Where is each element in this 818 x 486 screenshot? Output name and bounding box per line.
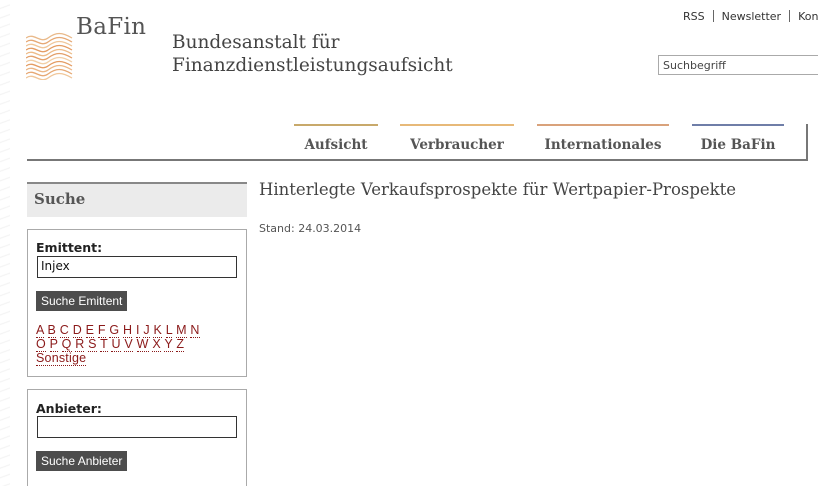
letter-link-t[interactable]: T xyxy=(100,337,108,352)
letter-link-x[interactable]: X xyxy=(152,337,161,352)
separator xyxy=(789,10,791,22)
letter-link-b[interactable]: B xyxy=(47,323,57,338)
org-name-line2: Finanzdienstleistungsaufsicht xyxy=(172,55,453,76)
search-input[interactable]: Suchbegriff xyxy=(658,55,818,75)
nav-item-aufsicht[interactable]: Aufsicht xyxy=(294,124,378,158)
logo-text: BaFin xyxy=(76,14,147,40)
letter-link-v[interactable]: V xyxy=(124,337,133,352)
rss-link[interactable]: RSS xyxy=(683,10,705,23)
letter-link-p[interactable]: P xyxy=(49,337,58,352)
letter-link-c[interactable]: C xyxy=(59,323,70,338)
letter-link-k[interactable]: K xyxy=(153,323,162,338)
nav-item-verbraucher[interactable]: Verbraucher xyxy=(400,124,514,158)
letter-link-y[interactable]: Y xyxy=(164,337,173,352)
letter-link-h[interactable]: H xyxy=(123,323,133,338)
sidebar-title: Suche xyxy=(27,182,247,217)
letter-link-q[interactable]: Q xyxy=(61,337,72,352)
letter-link-f[interactable]: F xyxy=(97,323,106,338)
search-anbieter-button[interactable]: Suche Anbieter xyxy=(36,451,128,471)
emittent-search-panel: Emittent: Injex Suche Emittent A B C D E… xyxy=(27,229,247,377)
letter-link-d[interactable]: D xyxy=(72,323,82,338)
main-navigation: Aufsicht Verbraucher Internationales Die… xyxy=(0,124,818,162)
letter-link-l[interactable]: L xyxy=(165,323,173,338)
separator xyxy=(712,10,714,22)
letter-link-w[interactable]: W xyxy=(136,337,149,352)
letter-link-s[interactable]: S xyxy=(88,337,97,352)
letter-link-j[interactable]: J xyxy=(143,323,150,338)
kontakt-link[interactable]: Kon xyxy=(798,10,818,23)
search-emittent-button[interactable]: Suche Emittent xyxy=(36,291,128,311)
page-title: Hinterlegte Verkaufsprospekte für Wertpa… xyxy=(259,180,737,199)
letter-link-e[interactable]: E xyxy=(85,323,95,338)
emittent-input[interactable]: Injex xyxy=(37,256,237,278)
nav-corner xyxy=(806,124,808,161)
edge-texture xyxy=(0,0,10,486)
stand-date: Stand: 24.03.2014 xyxy=(259,222,362,235)
logo-waves-icon xyxy=(26,32,73,80)
bafin-logo[interactable]: BaFin xyxy=(26,14,156,84)
nav-divider xyxy=(27,159,807,161)
letter-link-m[interactable]: M xyxy=(176,323,187,338)
letter-link-i[interactable]: I xyxy=(135,323,140,338)
newsletter-link[interactable]: Newsletter xyxy=(722,10,781,23)
nav-item-internationales[interactable]: Internationales xyxy=(537,124,669,158)
letter-link-a[interactable]: A xyxy=(36,323,44,338)
service-links: RSS Newsletter Kon xyxy=(683,10,818,23)
letter-link-o[interactable]: O xyxy=(36,337,46,352)
nav-item-die-bafin[interactable]: Die BaFin xyxy=(692,124,784,158)
organization-name: Bundesanstalt für Finanzdienstleistungsa… xyxy=(172,31,492,77)
letter-link-r[interactable]: R xyxy=(75,337,85,352)
letter-link-g[interactable]: G xyxy=(109,323,120,338)
org-name-line1: Bundesanstalt für xyxy=(172,32,340,53)
alphabet-row-2: O P Q R S T U V W X Y Z xyxy=(36,337,185,352)
emittent-label: Emittent: xyxy=(36,240,103,255)
letter-link-u[interactable]: U xyxy=(111,337,121,352)
alphabet-row-3: Sonstige xyxy=(36,351,87,366)
anbieter-input[interactable] xyxy=(37,416,237,438)
alphabet-row-1: A B C D E F G H I J K L M N xyxy=(36,323,200,338)
letter-link-n[interactable]: N xyxy=(190,323,200,338)
letter-link-z[interactable]: Z xyxy=(176,337,185,352)
anbieter-search-panel: Anbieter: Suche Anbieter xyxy=(27,389,247,486)
letter-link-sonstige[interactable]: Sonstige xyxy=(36,351,87,366)
anbieter-label: Anbieter: xyxy=(36,401,102,416)
